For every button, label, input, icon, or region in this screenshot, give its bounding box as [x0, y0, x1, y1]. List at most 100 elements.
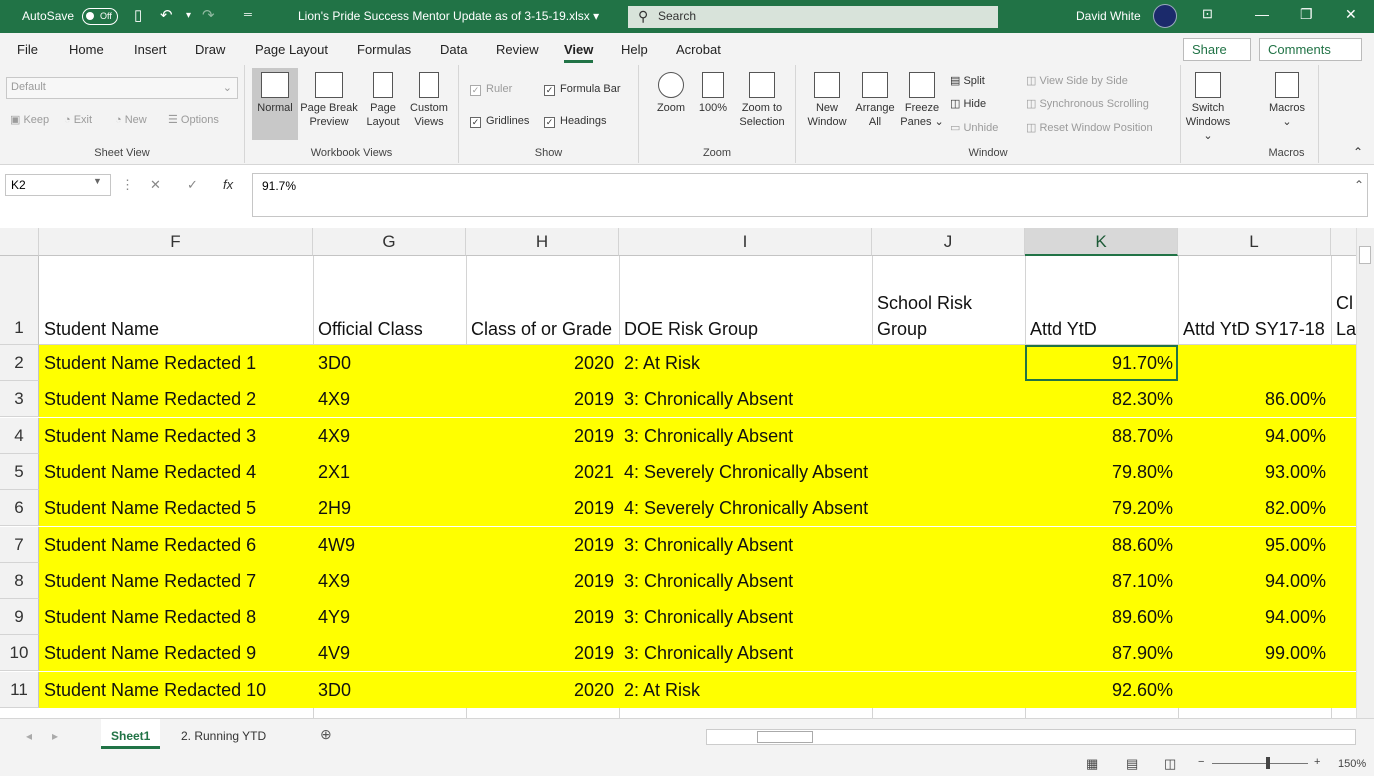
cell-school-risk-group[interactable] — [872, 345, 1025, 381]
h-scroll-thumb[interactable] — [757, 731, 813, 743]
column-header-i[interactable]: I — [619, 228, 872, 256]
row-header[interactable]: 11 — [0, 671, 39, 708]
options-button[interactable]: ☰ Options — [168, 113, 219, 127]
insert-function-icon[interactable]: fx — [223, 177, 233, 192]
custom-views-button[interactable]: Custom Views — [405, 72, 453, 129]
zoom-level[interactable]: 150% — [1338, 758, 1366, 770]
tab-page-layout[interactable]: Page Layout — [255, 42, 328, 57]
cell-school-risk-group[interactable] — [872, 527, 1025, 563]
formula-bar-checkbox[interactable]: ✓ Formula Bar — [544, 82, 621, 96]
cell-student-name[interactable]: Student Name Redacted 6 — [39, 527, 313, 563]
tab-review[interactable]: Review — [496, 42, 539, 57]
cell-attd-ytd[interactable]: 88.60% — [1025, 527, 1178, 563]
select-all-corner[interactable] — [0, 228, 39, 256]
avatar[interactable] — [1153, 4, 1177, 28]
undo-dropdown-icon[interactable]: ▾ — [186, 10, 191, 21]
cell-attd-ytd-prev[interactable]: 95.00% — [1178, 527, 1331, 563]
cell-official-class[interactable]: 3D0 — [313, 672, 466, 708]
user-name[interactable]: David White — [1076, 9, 1141, 23]
cancel-icon[interactable]: ✕ — [150, 177, 161, 193]
sheet-view-select[interactable]: Default ⌄ — [6, 77, 238, 99]
cell-doe-risk-group[interactable]: 2: At Risk — [619, 345, 872, 381]
cell-school-risk-group[interactable] — [872, 672, 1025, 708]
cell-attd-ytd-prev[interactable]: 94.00% — [1178, 563, 1331, 599]
search-box[interactable]: ⚲ Search — [628, 6, 998, 28]
cell-student-name[interactable]: Student Name Redacted 2 — [39, 381, 313, 417]
close-icon[interactable]: ✕ — [1345, 6, 1357, 23]
row-header[interactable]: 5 — [0, 453, 39, 490]
cell-school-risk-group[interactable] — [872, 635, 1025, 671]
scroll-thumb[interactable] — [1359, 246, 1371, 264]
comments-button[interactable]: Comments — [1259, 38, 1362, 61]
cell-header-j[interactable]: School Risk Group — [872, 256, 1025, 344]
cell-school-risk-group[interactable] — [872, 490, 1025, 526]
cell-attd-ytd-prev[interactable]: 93.00% — [1178, 454, 1331, 490]
zoom-button[interactable]: Zoom — [651, 72, 691, 115]
cell-header-f[interactable]: Student Name — [39, 256, 313, 344]
column-header-m[interactable] — [1331, 228, 1356, 256]
page-break-view-icon[interactable]: ◫ — [1164, 756, 1176, 772]
cell-header-i[interactable]: DOE Risk Group — [619, 256, 872, 344]
split-button[interactable]: ▤ Split — [950, 74, 985, 88]
cell-doe-risk-group[interactable]: 3: Chronically Absent — [619, 635, 872, 671]
tab-home[interactable]: Home — [69, 42, 104, 57]
cell-header-k[interactable]: Attd YtD — [1025, 256, 1178, 344]
cell-attd-ytd[interactable]: 79.80% — [1025, 454, 1178, 490]
add-sheet-icon[interactable]: ⊕ — [320, 726, 332, 743]
formula-input[interactable]: 91.7% — [252, 173, 1368, 217]
cell-doe-risk-group[interactable]: 3: Chronically Absent — [619, 418, 872, 454]
new-button[interactable]: ◔ New — [115, 113, 147, 127]
sheet-tab-running-ytd[interactable]: 2. Running YTD — [171, 719, 276, 749]
active-cell-k2[interactable]: 91.70% — [1025, 345, 1178, 381]
cell-doe-risk-group[interactable]: 2: At Risk — [619, 672, 872, 708]
new-window-button[interactable]: New Window — [802, 72, 852, 129]
row-header[interactable]: 6 — [0, 490, 39, 527]
cell-official-class[interactable]: 4V9 — [313, 635, 466, 671]
ruler-checkbox[interactable]: ✓ Ruler — [470, 82, 512, 96]
cell-class-of[interactable]: 2021 — [466, 454, 619, 490]
cell-class-of[interactable]: 2019 — [466, 635, 619, 671]
cell-official-class[interactable]: 4X9 — [313, 563, 466, 599]
scroll-right-icon[interactable]: ▸ — [52, 729, 58, 743]
sheet-tab-sheet1[interactable]: Sheet1 — [101, 719, 161, 749]
cell-official-class[interactable]: 4X9 — [313, 381, 466, 417]
cell-attd-ytd[interactable]: 87.90% — [1025, 635, 1178, 671]
worksheet-grid[interactable]: F G H I J K L 1 Student Name Official Class Class … — [0, 228, 1356, 718]
row-header[interactable]: 10 — [0, 635, 39, 672]
column-header-h[interactable]: H — [466, 228, 619, 256]
page-layout-view-icon[interactable]: ▤ — [1126, 756, 1138, 772]
cell-official-class[interactable]: 2X1 — [313, 454, 466, 490]
synchronous-scrolling-button[interactable]: ◫ Synchronous Scrolling — [1026, 97, 1149, 111]
cell-student-name[interactable]: Student Name Redacted 5 — [39, 490, 313, 526]
headings-checkbox[interactable]: ✓ Headings — [544, 114, 606, 128]
cell-school-risk-group[interactable] — [872, 381, 1025, 417]
tab-acrobat[interactable]: Acrobat — [676, 42, 721, 57]
cell-attd-ytd[interactable]: 82.30% — [1025, 381, 1178, 417]
document-title[interactable]: Lion's Pride Success Mentor Update as of… — [298, 9, 599, 23]
cell-student-name[interactable]: Student Name Redacted 8 — [39, 599, 313, 635]
cell-doe-risk-group[interactable]: 3: Chronically Absent — [619, 599, 872, 635]
tab-draw[interactable]: Draw — [195, 42, 225, 57]
cell-official-class[interactable]: 2H9 — [313, 490, 466, 526]
row-header[interactable]: 9 — [0, 599, 39, 636]
row-header[interactable]: 8 — [0, 562, 39, 599]
keep-button[interactable]: ▣ Keep — [10, 113, 49, 127]
tab-file[interactable]: File — [17, 42, 38, 57]
name-box-dropdown-icon[interactable]: ▼ — [93, 176, 102, 186]
cell-class-of[interactable]: 2019 — [466, 563, 619, 599]
cell-attd-ytd-prev[interactable] — [1178, 345, 1331, 381]
cell-doe-risk-group[interactable]: 3: Chronically Absent — [619, 563, 872, 599]
redo-icon[interactable]: ↷ — [202, 6, 215, 24]
zoom-slider[interactable] — [1212, 763, 1308, 764]
undo-icon[interactable]: ↶ — [160, 6, 173, 24]
cell-official-class[interactable]: 3D0 — [313, 345, 466, 381]
cell-school-risk-group[interactable] — [872, 599, 1025, 635]
gridlines-checkbox[interactable]: ✓ Gridlines — [470, 114, 529, 128]
normal-view-icon[interactable]: ▦ — [1086, 756, 1098, 772]
cell-doe-risk-group[interactable]: 4: Severely Chronically Absent — [619, 454, 872, 490]
vertical-scrollbar[interactable] — [1356, 228, 1374, 718]
cell-class-of[interactable]: 2020 — [466, 672, 619, 708]
enter-icon[interactable]: ✓ — [187, 177, 198, 193]
customize-qat-icon[interactable]: ═ — [244, 9, 252, 21]
cell-attd-ytd[interactable]: 87.10% — [1025, 563, 1178, 599]
